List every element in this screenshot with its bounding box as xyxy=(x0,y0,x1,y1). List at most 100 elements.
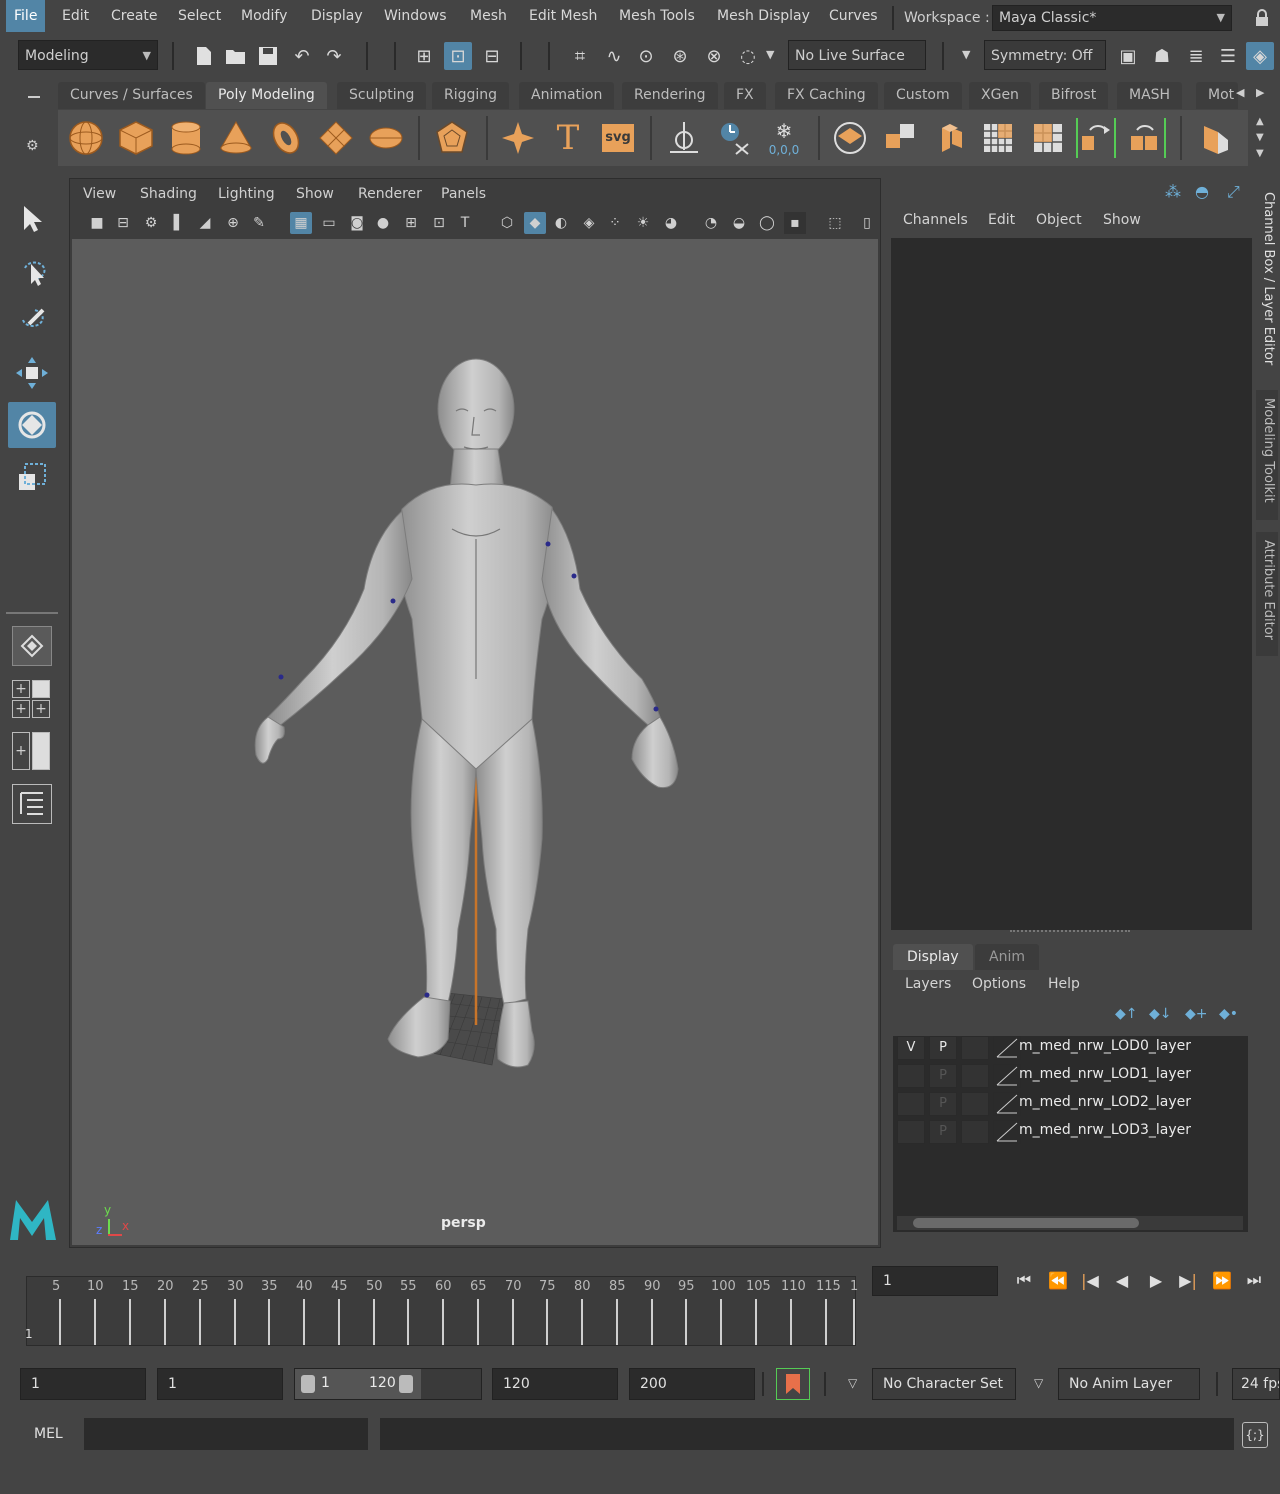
poly-plane-icon[interactable] xyxy=(316,118,356,158)
new-layer-selected-icon[interactable]: ◆• xyxy=(1219,1006,1238,1022)
command-input[interactable] xyxy=(84,1418,368,1450)
menu-curves[interactable]: Curves xyxy=(821,0,886,32)
symmetry-field[interactable]: Symmetry: Off xyxy=(984,40,1106,70)
layer-row[interactable]: P m_med_nrw_LOD1_layer xyxy=(897,1064,1247,1090)
layer-color-swatch-icon[interactable] xyxy=(993,1092,1021,1116)
animation-start-field[interactable]: 1 xyxy=(20,1368,146,1400)
film-gate-icon[interactable]: ▭ xyxy=(318,212,340,234)
snap-point-icon[interactable]: ⊙ xyxy=(632,42,660,70)
xray-icon[interactable]: ⬚ xyxy=(824,212,846,234)
rotate-tool-icon[interactable] xyxy=(8,402,56,448)
2d-pan-zoom-icon[interactable]: ⊕ xyxy=(222,212,244,234)
tool-settings-icon[interactable]: ≣ xyxy=(1182,42,1210,70)
menu-display[interactable]: Display xyxy=(303,0,371,32)
snap-grid-icon[interactable]: ⌗ xyxy=(566,42,594,70)
splitter-handle[interactable] xyxy=(1010,930,1130,934)
step-forward-frame-icon[interactable]: ▶ | xyxy=(1174,1266,1202,1294)
viewport-menu-lighting[interactable]: Lighting xyxy=(218,186,275,202)
play-forwards-icon[interactable]: ▶ xyxy=(1142,1266,1170,1294)
select-by-hierarchy-icon[interactable]: ⊞ xyxy=(410,42,438,70)
layer-visibility-toggle[interactable]: V xyxy=(897,1036,925,1060)
current-frame-field[interactable]: 1 xyxy=(872,1266,998,1296)
use-all-lights-icon[interactable]: ⁘ xyxy=(604,212,626,234)
sidetab-modeling-toolkit[interactable]: Modeling Toolkit xyxy=(1256,390,1278,520)
layer-row[interactable]: P m_med_nrw_LOD2_layer xyxy=(897,1092,1247,1118)
save-scene-icon[interactable] xyxy=(254,42,282,70)
modeling-toolkit-icon[interactable]: ◓ xyxy=(1195,182,1209,201)
playback-start-field[interactable]: 1 xyxy=(157,1368,283,1400)
poly-torus-icon[interactable] xyxy=(266,118,306,158)
new-empty-layer-icon[interactable]: ◆+ xyxy=(1185,1006,1208,1022)
menu-file[interactable]: File xyxy=(6,0,46,32)
shelf-tab-animation[interactable]: Animation xyxy=(519,82,615,109)
snap-magnet-icon[interactable]: ◌ xyxy=(734,42,762,70)
layer-display-type-toggle[interactable] xyxy=(961,1036,989,1060)
chevron-down-icon[interactable]: ▼ xyxy=(962,48,970,61)
wireframe-on-shaded-icon[interactable]: ◐ xyxy=(550,212,572,234)
channel-box-icon[interactable]: ⁂ xyxy=(1165,182,1181,201)
step-back-frame-icon[interactable]: | ◀ xyxy=(1076,1266,1104,1294)
shelf-tab-curves-surfaces[interactable]: Curves / Surfaces xyxy=(58,82,205,109)
shelf-scroll-up-icon[interactable]: ▲ xyxy=(1256,116,1264,127)
outliner-layout-icon[interactable] xyxy=(12,784,52,824)
screen-space-ao-icon[interactable]: ◕ xyxy=(660,212,682,234)
viewport-menu-view[interactable]: View xyxy=(83,186,116,202)
freeze-transform-icon[interactable]: ❄ 0,0,0 xyxy=(764,118,804,158)
poly-cube-icon[interactable] xyxy=(116,118,156,158)
layer-display-type-toggle[interactable] xyxy=(961,1092,989,1116)
separate-icon[interactable] xyxy=(880,118,920,158)
depth-of-field-icon[interactable]: ◯ xyxy=(756,212,778,234)
playback-end-field[interactable]: 120 xyxy=(492,1368,618,1400)
menu-create[interactable]: Create xyxy=(103,0,166,32)
paint-select-tool-icon[interactable] xyxy=(8,298,56,344)
channel-show-menu[interactable]: Show xyxy=(1103,212,1141,228)
lock-camera-icon[interactable]: ⊟ xyxy=(112,212,134,234)
script-editor-icon[interactable]: {;} xyxy=(1242,1422,1268,1448)
current-time-marker[interactable]: 1 xyxy=(25,1327,33,1341)
go-to-end-icon[interactable]: ⏭ xyxy=(1240,1266,1268,1294)
smooth-shade-icon[interactable]: ◆ xyxy=(524,212,546,234)
anti-aliasing-icon[interactable]: ◒ xyxy=(728,212,750,234)
snap-curve-icon[interactable]: ∿ xyxy=(600,42,628,70)
menu-edit[interactable]: Edit xyxy=(54,0,97,32)
tab-display[interactable]: Display xyxy=(893,944,973,970)
channel-edit-menu[interactable]: Edit xyxy=(988,212,1015,228)
platonic-solid-icon[interactable] xyxy=(432,118,472,158)
step-forward-key-icon[interactable]: ⏩ xyxy=(1208,1266,1236,1294)
mirror-cut-icon[interactable] xyxy=(1126,118,1166,158)
four-pane-layout-icon[interactable]: + + + xyxy=(12,680,52,720)
range-end-handle[interactable] xyxy=(399,1375,413,1393)
live-surface-field[interactable]: No Live Surface xyxy=(788,40,926,70)
outliner-icon[interactable]: ☰ xyxy=(1214,42,1242,70)
snap-live-icon[interactable]: ⊗ xyxy=(700,42,728,70)
scale-tool-icon[interactable] xyxy=(8,454,56,500)
move-layer-down-icon[interactable]: ◆↓ xyxy=(1149,1006,1172,1022)
character-set-field[interactable]: No Character Set xyxy=(872,1368,1016,1400)
horizontal-scrollbar[interactable] xyxy=(897,1216,1243,1230)
character-icon[interactable]: ☗ xyxy=(1148,42,1176,70)
sidetab-channel-box[interactable]: Channel Box / Layer Editor xyxy=(1256,184,1278,380)
camera-icon[interactable]: ■ xyxy=(86,212,108,234)
undo-icon[interactable]: ↶ xyxy=(288,42,316,70)
single-pane-layout-icon[interactable] xyxy=(12,626,52,666)
mirror-icon[interactable] xyxy=(1076,118,1116,158)
super-shape-icon[interactable] xyxy=(498,118,538,158)
animation-end-field[interactable]: 200 xyxy=(629,1368,755,1400)
attribute-editor-icon[interactable]: ⤢ xyxy=(1227,182,1240,202)
viewport-menu-panels[interactable]: Panels xyxy=(441,186,486,202)
motion-blur-icon[interactable]: ◔ xyxy=(700,212,722,234)
scrollbar-thumb[interactable] xyxy=(913,1218,1139,1228)
layer-playback-toggle[interactable]: P xyxy=(929,1036,957,1060)
layer-visibility-toggle[interactable] xyxy=(897,1064,925,1088)
wireframe-icon[interactable]: ⬡ xyxy=(496,212,518,234)
poly-disc-icon[interactable] xyxy=(366,118,406,158)
two-pane-layout-icon[interactable]: + xyxy=(12,732,52,772)
chevron-down-icon[interactable]: ▽ xyxy=(848,1376,857,1390)
chevron-right-icon[interactable]: ▶ xyxy=(1256,86,1264,99)
new-scene-icon[interactable] xyxy=(190,42,218,70)
image-plane-icon[interactable]: ◢ xyxy=(194,212,216,234)
channel-box-icon[interactable]: ◈ xyxy=(1246,42,1274,70)
smooth-icon[interactable] xyxy=(978,118,1018,158)
move-layer-up-icon[interactable]: ◆↑ xyxy=(1115,1006,1138,1022)
script-language-toggle[interactable]: MEL xyxy=(34,1426,63,1442)
